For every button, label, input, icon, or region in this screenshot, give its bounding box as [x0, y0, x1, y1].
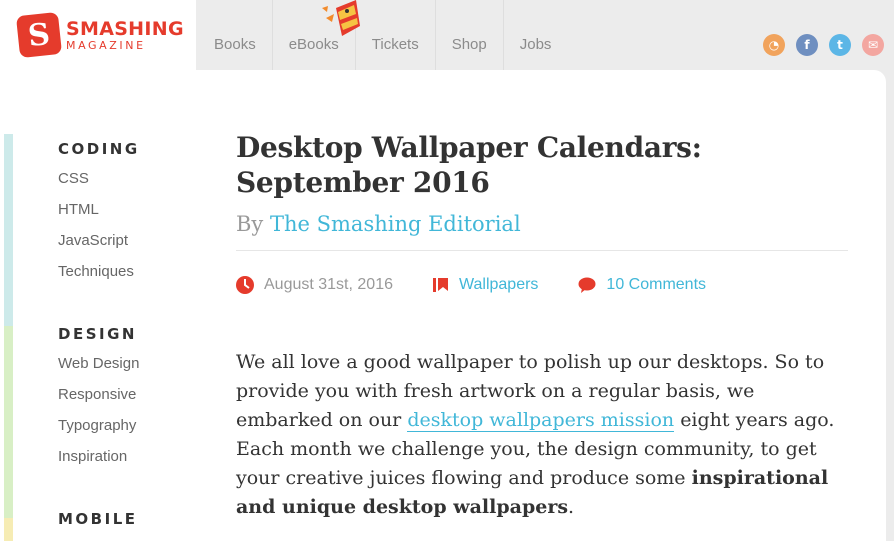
main-nav: Books eBooks Tickets Shop Jobs	[196, 0, 567, 70]
comment-icon	[578, 277, 596, 293]
newsletter-icon[interactable]: ✉	[862, 34, 884, 56]
sidebar-link-html[interactable]: HTML	[58, 200, 208, 231]
sidebar-link-typography[interactable]: Typography	[58, 416, 208, 447]
rss-icon[interactable]: ◔	[763, 34, 785, 56]
article-intro: We all love a good wallpaper to polish u…	[236, 348, 836, 522]
author-link[interactable]: The Smashing Editorial	[270, 212, 521, 236]
logo[interactable]: S SMASHING MAGAZINE	[0, 0, 196, 70]
sidebar-link-techniques[interactable]: Techniques	[58, 262, 208, 293]
nav-shop[interactable]: Shop	[436, 0, 504, 70]
comments-link[interactable]: 10 Comments	[606, 276, 706, 294]
category-title-coding[interactable]: CODING	[58, 140, 208, 158]
facebook-icon[interactable]: f	[796, 34, 818, 56]
article-title: Desktop Wallpaper Calendars: September 2…	[236, 130, 851, 200]
sidebar-link-web-design[interactable]: Web Design	[58, 354, 208, 385]
sidebar-link-responsive[interactable]: Responsive	[58, 385, 208, 416]
nav-books[interactable]: Books	[196, 0, 273, 70]
category-title-design[interactable]: DESIGN	[58, 325, 208, 343]
wallpapers-mission-link[interactable]: desktop wallpapers mission	[407, 409, 675, 432]
category-sidebar: CODING CSS HTML JavaScript Techniques DE…	[58, 140, 208, 539]
bookmark-icon	[432, 277, 449, 293]
mascot-cat-icon	[322, 0, 360, 36]
byline: By The Smashing Editorial	[236, 212, 851, 236]
article-title-line2: September 2016	[236, 166, 490, 199]
sidebar-link-inspiration[interactable]: Inspiration	[58, 447, 208, 478]
logo-title: SMASHING	[66, 17, 184, 40]
design-stripe	[4, 326, 13, 518]
publish-date: August 31st, 2016	[264, 276, 393, 293]
divider	[236, 250, 848, 251]
byline-prefix: By	[236, 212, 264, 236]
intro-end: .	[568, 496, 575, 518]
coding-stripe	[4, 134, 13, 326]
nav-jobs[interactable]: Jobs	[504, 0, 568, 70]
category-title-mobile[interactable]: MOBILE	[58, 510, 208, 528]
article-title-line1: Desktop Wallpaper Calendars:	[236, 131, 702, 164]
social-links: ◔ f t ✉	[763, 34, 884, 56]
category-link[interactable]: Wallpapers	[459, 276, 538, 294]
sidebar-link-css[interactable]: CSS	[58, 169, 208, 200]
twitter-icon[interactable]: t	[829, 34, 851, 56]
smashing-logo-icon: S	[15, 11, 63, 59]
logo-subtitle: MAGAZINE	[66, 38, 146, 52]
mobile-stripe	[4, 518, 13, 541]
nav-tickets[interactable]: Tickets	[356, 0, 436, 70]
sidebar-link-javascript[interactable]: JavaScript	[58, 231, 208, 262]
article-meta: August 31st, 2016 Wallpapers 10 Comments	[236, 276, 851, 294]
clock-icon	[236, 276, 254, 294]
article: Desktop Wallpaper Calendars: September 2…	[236, 130, 851, 522]
